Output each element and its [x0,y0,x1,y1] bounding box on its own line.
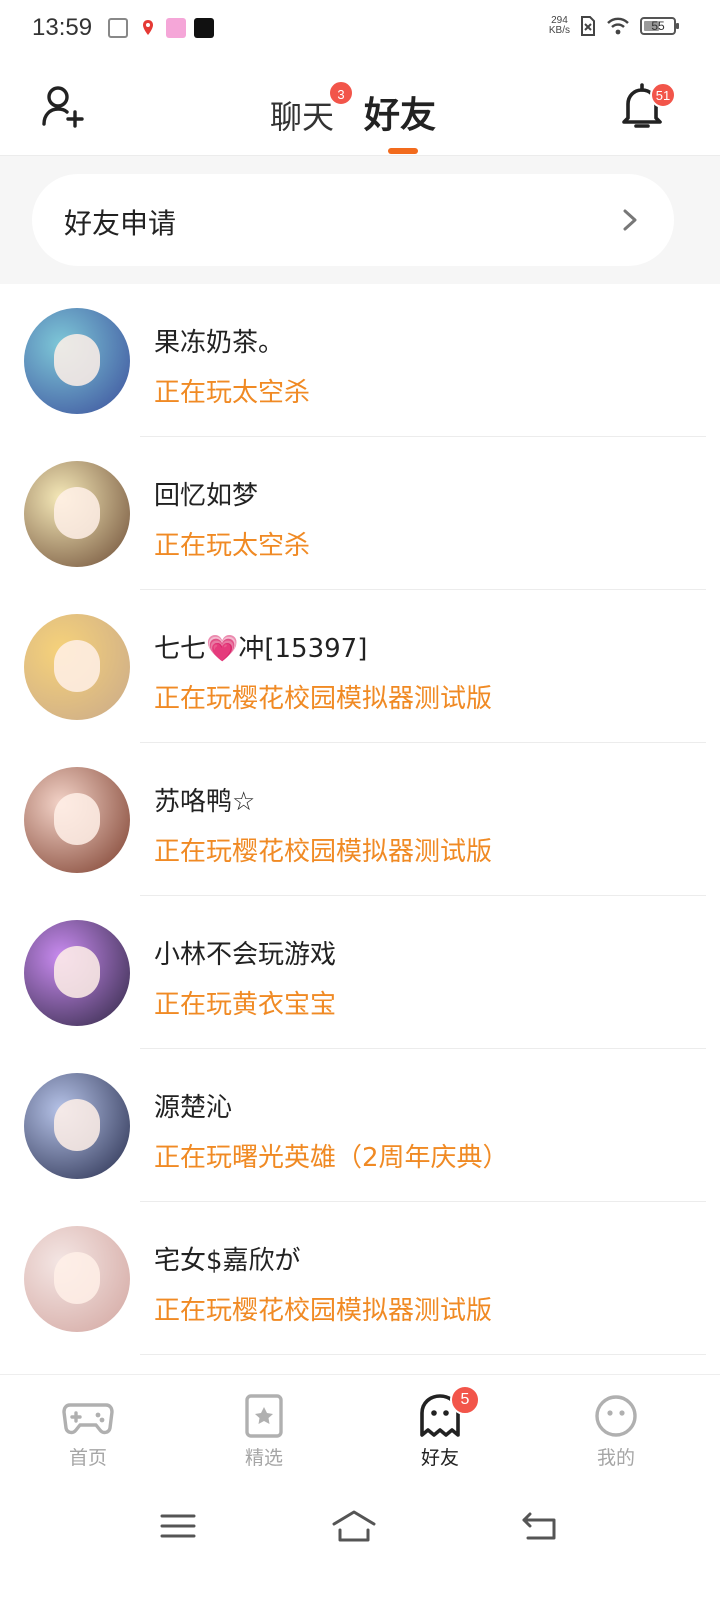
active-tab-indicator [388,148,418,154]
chevron-right-icon [623,209,637,231]
friend-row[interactable]: 小林不会玩游戏 正在玩黄衣宝宝 [0,896,720,1049]
home-icon[interactable] [330,1508,378,1544]
friend-status: 正在玩太空杀 [154,531,311,561]
bottom-nav: 首页 精选 好友 5 我的 [0,1374,720,1482]
friend-name: 七七💗冲[15397] [154,634,368,664]
tab-friends[interactable]: 好友 [364,86,436,138]
nav-home[interactable]: 首页 [38,1393,138,1470]
friend-status: 正在玩黄衣宝宝 [154,990,337,1020]
nav-friends[interactable]: 好友 5 [390,1385,490,1475]
nav-friends-badge: 5 [450,1385,480,1415]
nav-friends-label: 好友 [420,1447,459,1469]
friend-name: 源楚沁 [154,1093,233,1123]
friend-row[interactable]: 宅女$嘉欣が正在玩樱花校园模拟器测试版 [0,1202,720,1355]
avatar-face [54,334,100,386]
avatar-face [54,793,100,845]
wifi-icon [607,17,629,35]
friend-status: 正在玩曙光英雄（2周年庆典） [154,1143,509,1173]
avatar-face [54,640,100,692]
friend-row[interactable]: 苏咯鸭☆ 正在玩樱花校园模拟器测试版 [0,743,720,896]
status-bar: 13:59 294 KB/s 55 [0,0,720,60]
gamepad-icon [62,1403,114,1435]
friend-request-label: 好友申请 [64,207,177,240]
map-pin-notification-icon [138,18,158,38]
avatar[interactable] [24,1073,130,1179]
tab-friends-label: 好友 [364,95,437,136]
header-tabs: 聊天 3 好友 [270,80,436,138]
avatar-face [54,487,100,539]
system-nav-bar [0,1482,720,1600]
friend-name: 果冻奶茶。 [154,328,285,358]
friend-name: 回忆如梦 [154,481,259,511]
nav-me-label: 我的 [596,1447,635,1469]
nav-home-label: 首页 [68,1447,107,1469]
capcut-notification-icon [194,18,214,38]
friend-request-section: 好友申请 [0,156,720,284]
no-sim-icon [581,16,595,36]
avatar[interactable] [24,461,130,567]
nav-me[interactable]: 我的 [566,1393,666,1470]
friend-request-button[interactable]: 好友申请 [32,174,674,266]
net-speed-unit: KB/s [548,25,570,36]
star-card-icon [245,1394,283,1438]
avatar[interactable] [24,308,130,414]
friend-status: 正在玩樱花校园模拟器测试版 [154,837,493,867]
battery-level: 55 [651,19,665,33]
friend-row[interactable]: 七七💗冲[15397] 正在玩樱花校园模拟器测试版 [0,590,720,743]
friend-status: 正在玩太空杀 [154,378,311,408]
friend-status: 正在玩樱花校园模拟器测试版 [154,1296,493,1326]
avatar[interactable] [24,767,130,873]
status-time: 13:59 [32,14,93,41]
nav-featured-label: 精选 [244,1447,283,1469]
avatar-face [54,1099,100,1151]
nav-featured[interactable]: 精选 [214,1393,314,1470]
friend-row[interactable]: 源楚沁正在玩曙光英雄（2周年庆典） [0,1049,720,1202]
smiley-icon [595,1395,637,1437]
avatar[interactable] [24,920,130,1026]
file-notification-icon [108,18,128,38]
notification-badge: 51 [650,82,676,108]
back-icon[interactable] [520,1508,560,1544]
tab-chat[interactable]: 聊天 3 [270,80,355,138]
top-header: 聊天 3 好友 51 [0,60,720,156]
friend-name: 小林不会玩游戏 [154,940,337,970]
tab-chat-badge: 3 [328,80,355,106]
avatar-face [54,946,100,998]
avatar-face [54,1252,100,1304]
avatar[interactable] [24,614,130,720]
friend-list: 果冻奶茶。 正在玩太空杀 回忆如梦 正在玩太空杀 七七💗冲[15397] 正在玩樱花校园模… [0,284,720,1355]
menu-icon[interactable] [158,1508,198,1544]
tab-chat-label: 聊天 [270,98,335,136]
app-notification-icon [166,18,186,38]
avatar[interactable] [24,1226,130,1332]
friend-status: 正在玩樱花校园模拟器测试版 [154,684,493,714]
net-speed: 294 KB/s [549,16,570,36]
friend-row[interactable]: 回忆如梦正在玩太空杀 [0,437,720,590]
row-divider [140,1354,706,1355]
friend-row[interactable]: 果冻奶茶。正在玩太空杀 [0,284,720,437]
status-right: 294 KB/s 55 [549,16,679,36]
battery-icon: 55 [640,17,679,35]
add-friend-icon[interactable] [40,84,86,130]
friend-name: 宅女$嘉欣が [154,1246,301,1276]
friend-name: 苏咯鸭☆ [154,787,256,817]
